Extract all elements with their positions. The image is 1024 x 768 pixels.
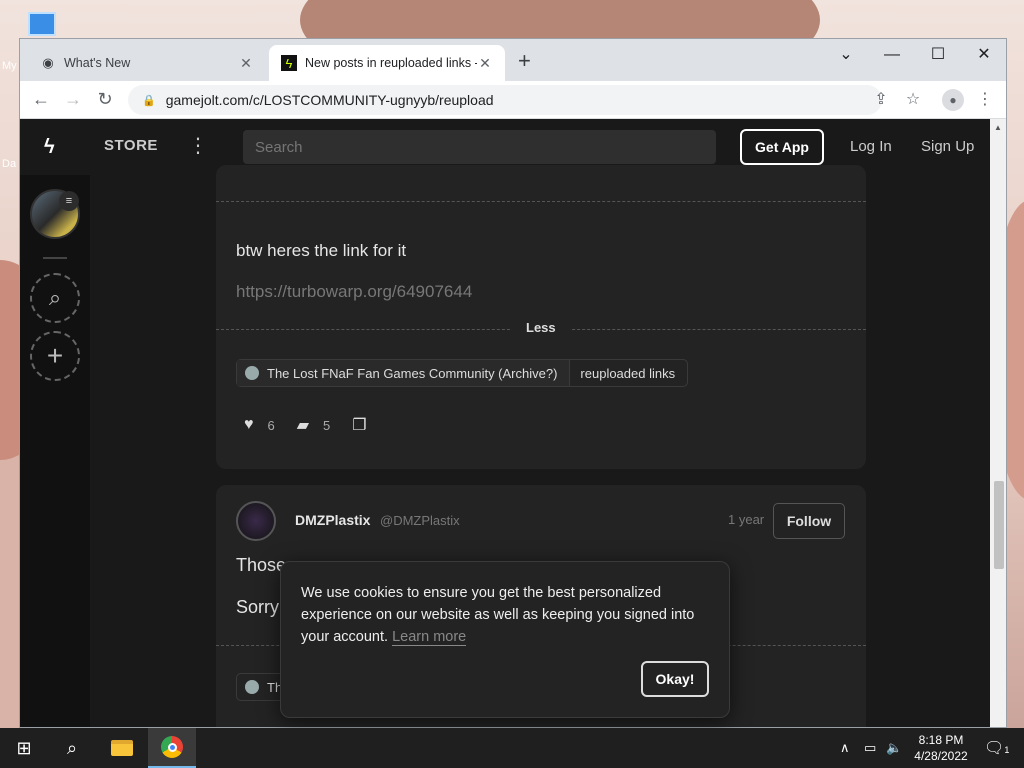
- post-text: Sorry: [236, 597, 280, 617]
- user-avatar[interactable]: [236, 501, 276, 541]
- bookmark-star-icon[interactable]: ☆: [902, 89, 924, 109]
- sidebar-divider: [43, 257, 67, 259]
- community-icon: [245, 680, 259, 694]
- user-handle[interactable]: @DMZPlastix: [380, 513, 460, 528]
- cookie-banner: We use cookies to ensure you get the bes…: [280, 561, 730, 718]
- desktop-icon-my-computer[interactable]: My: [2, 12, 56, 72]
- desktop-icon-label: My: [2, 60, 17, 72]
- gamejolt-favicon-icon: ϟ: [281, 55, 297, 71]
- tab-reuploaded-links[interactable]: ϟ New posts in reuploaded links - ✕: [269, 45, 505, 81]
- url-text: gamejolt.com/c/LOSTCOMMUNITY-ugnyyb/reup…: [165, 92, 494, 108]
- start-windows-icon[interactable]: ⊞: [0, 728, 48, 768]
- notification-center-icon[interactable]: 🗨1: [984, 738, 1009, 758]
- sign-up-link[interactable]: Sign Up: [921, 138, 974, 155]
- maximize-button[interactable]: ☐: [918, 43, 958, 67]
- address-bar[interactable]: 🔒 gamejolt.com/c/LOSTCOMMUNITY-ugnyyb/re…: [128, 85, 882, 115]
- chrome-taskbar-button[interactable]: [148, 728, 196, 768]
- tab-title: What's New: [64, 56, 131, 70]
- desktop-icon-label-2: Da: [2, 158, 17, 170]
- notification-count: 1: [1004, 745, 1010, 755]
- tab-strip: ◉ What's New ✕ ϟ New posts in reuploaded…: [20, 39, 1006, 81]
- volume-icon[interactable]: 🔈: [886, 740, 902, 756]
- search-input[interactable]: [243, 130, 716, 164]
- reload-button[interactable]: ↻: [94, 89, 116, 109]
- back-button[interactable]: ←: [30, 89, 52, 109]
- like-count: 6: [267, 417, 275, 433]
- okay-button[interactable]: Okay!: [641, 661, 709, 697]
- chevron-up-icon[interactable]: ∧: [840, 740, 850, 756]
- post-text: btw heres the link for it: [236, 241, 407, 260]
- clock-date: 4/28/2022: [914, 749, 968, 763]
- community-icon: [245, 366, 259, 380]
- comment-count: 5: [323, 417, 331, 433]
- search-communities-icon[interactable]: ⌕: [30, 273, 80, 323]
- post-divider: [216, 201, 866, 202]
- taskbar: ⊞ ⌕ ∧ ▭ 🔈 8:18 PM 4/28/2022 🗨1: [0, 728, 1024, 768]
- tab-whats-new[interactable]: ◉ What's New ✕: [28, 45, 266, 81]
- share-icon[interactable]: ⇪: [870, 89, 892, 109]
- tab-search-icon[interactable]: ⌄: [826, 43, 866, 67]
- lock-icon: 🔒: [142, 94, 156, 107]
- forward-button[interactable]: →: [62, 89, 84, 109]
- tab-close-icon[interactable]: ✕: [477, 55, 493, 72]
- chrome-icon: [161, 736, 183, 758]
- system-clock[interactable]: 8:18 PM 4/28/2022: [908, 732, 974, 764]
- get-app-button[interactable]: Get App: [740, 129, 824, 165]
- learn-more-link[interactable]: Learn more: [392, 629, 467, 646]
- page-scrollbar[interactable]: ▲: [990, 119, 1006, 727]
- user-name[interactable]: DMZPlastix: [295, 512, 370, 528]
- gamejolt-logo-icon[interactable]: ϟ: [44, 136, 55, 159]
- scroll-thumb[interactable]: [994, 481, 1004, 569]
- sidebar: ≡ ⌕ +: [20, 175, 90, 727]
- chrome-favicon-icon: ◉: [42, 55, 54, 70]
- log-in-link[interactable]: Log In: [850, 138, 892, 155]
- follow-button[interactable]: Follow: [773, 503, 845, 539]
- minimize-button[interactable]: —: [872, 43, 912, 67]
- network-icon[interactable]: ▭: [864, 740, 876, 756]
- menu-kebab-icon[interactable]: ⋮: [974, 89, 996, 109]
- tab-title: New posts in reuploaded links -: [305, 56, 477, 70]
- community-name: The Lost FNaF Fan Games Community (Archi…: [267, 365, 558, 381]
- cookie-message: We use cookies to ensure you get the bes…: [301, 582, 711, 648]
- tab-close-icon[interactable]: ✕: [238, 55, 254, 72]
- post-time: 1 year: [728, 512, 765, 527]
- scroll-up-arrow-icon[interactable]: ▲: [994, 123, 1002, 132]
- cookie-message-text: We use cookies to ensure you get the bes…: [301, 585, 695, 645]
- folder-icon: [111, 740, 133, 756]
- community-name-chip[interactable]: The Lost FNaF Fan Games Community (Archi…: [237, 360, 571, 386]
- monitor-icon: [28, 12, 56, 36]
- file-explorer-icon[interactable]: [98, 728, 146, 768]
- post-link[interactable]: https://turbowarp.org/64907644: [236, 282, 472, 302]
- close-window-button[interactable]: ✕: [964, 43, 1004, 67]
- more-menu-icon[interactable]: ⋮: [188, 133, 208, 158]
- sticker-icon[interactable]: ❐: [352, 415, 366, 435]
- less-toggle[interactable]: Less: [512, 320, 570, 335]
- post-item: btw heres the link for it https://turbow…: [216, 165, 866, 469]
- new-tab-button[interactable]: +: [518, 50, 531, 72]
- comment-bubble-icon[interactable]: ▰: [297, 415, 309, 435]
- post-actions: ♥ 6 ▰ 5 ❐: [244, 415, 381, 435]
- profile-avatar-icon[interactable]: ●: [942, 89, 964, 111]
- store-link[interactable]: STORE: [104, 137, 158, 154]
- search-icon[interactable]: ⌕: [48, 728, 96, 768]
- clock-time: 8:18 PM: [918, 733, 964, 747]
- browser-toolbar: ← → ↻ 🔒 gamejolt.com/c/LOSTCOMMUNITY-ugn…: [20, 81, 1006, 119]
- like-heart-icon[interactable]: ♥: [244, 416, 254, 434]
- channel-name[interactable]: reuploaded links: [570, 366, 687, 381]
- add-community-icon[interactable]: +: [30, 331, 80, 381]
- community-chip[interactable]: The Lost FNaF Fan Games Community (Archi…: [236, 359, 689, 387]
- community-menu-icon[interactable]: ≡: [59, 191, 79, 211]
- post-text: Those: [236, 555, 287, 575]
